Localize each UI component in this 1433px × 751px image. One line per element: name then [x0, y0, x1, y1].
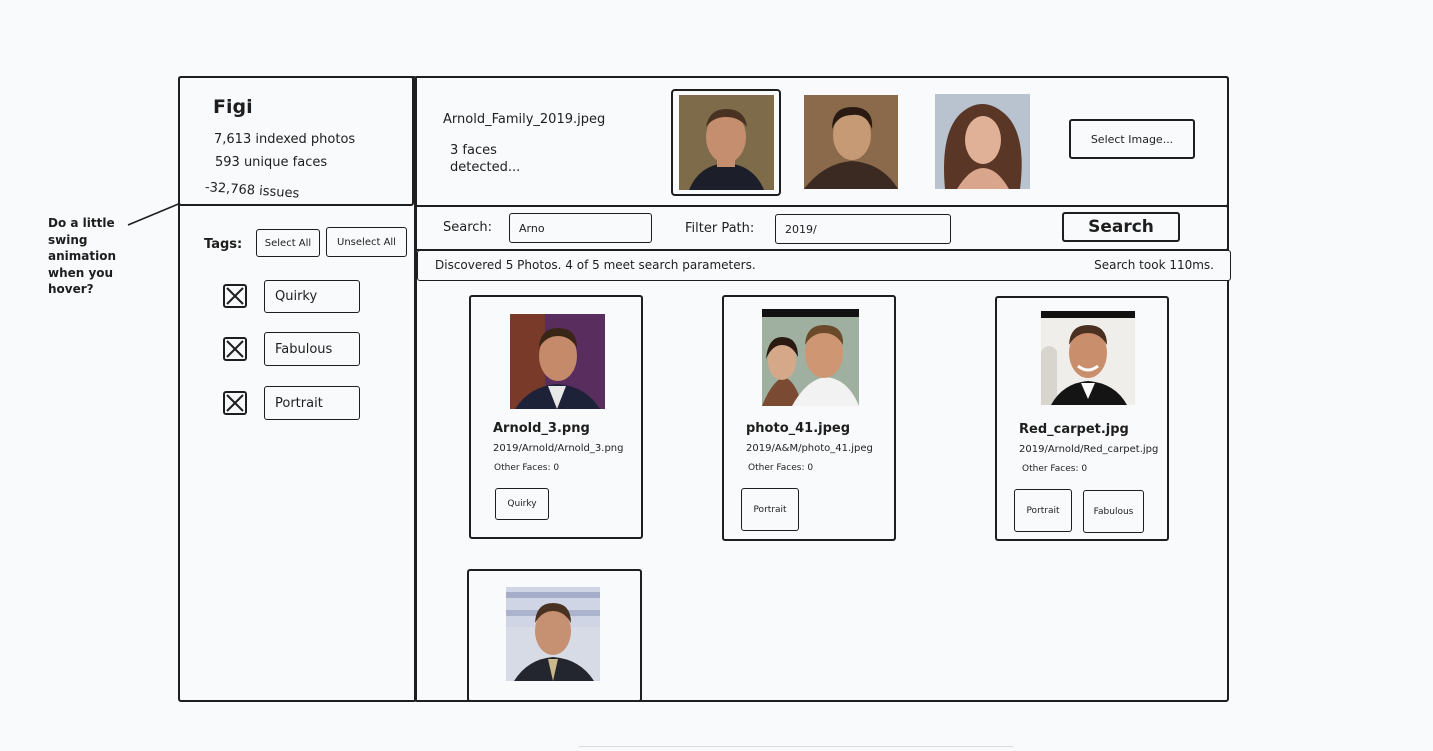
search-summary: Discovered 5 Photos. 4 of 5 meet search … — [435, 258, 756, 272]
face-woman-icon[interactable] — [935, 94, 1030, 189]
tag-checkbox-portrait[interactable] — [223, 391, 247, 415]
filter-path-input[interactable]: 2019/ — [775, 214, 951, 244]
scroll-hint — [578, 746, 1014, 751]
result-thumbnail — [1041, 311, 1135, 405]
result-path: 2019/Arnold/Red_carpet.jpg — [1019, 444, 1159, 455]
stats-panel: Figi 7,613 indexed photos 593 unique fac… — [178, 76, 414, 206]
issues-stat: -32,768 issues — [204, 180, 300, 202]
result-filename: Red_carpet.jpg — [1019, 422, 1129, 437]
app-title: Figi — [213, 96, 253, 118]
indexed-photos-stat: 7,613 indexed photos — [214, 132, 356, 147]
filter-path-label: Filter Path: — [685, 221, 755, 236]
tag-checkbox-quirky[interactable] — [223, 284, 247, 308]
search-label: Search: — [443, 220, 493, 235]
unique-faces-stat: 593 unique faces — [215, 155, 328, 170]
annotation-line: hover? — [48, 282, 94, 296]
result-thumbnail — [762, 309, 859, 406]
annotation-line: animation — [48, 249, 116, 263]
face-man-icon[interactable] — [804, 95, 898, 189]
annotation-note: Do a little swing animation when you hov… — [48, 215, 128, 298]
result-tag-chip[interactable]: Portrait — [1014, 489, 1072, 532]
result-tag-chip[interactable]: Portrait — [741, 488, 799, 531]
search-time: Search took 110ms. — [1094, 258, 1214, 272]
face-arnold-icon[interactable] — [679, 95, 774, 190]
result-filename: photo_41.jpeg — [746, 421, 851, 436]
annotation-line: Do a little — [48, 216, 115, 230]
result-other-faces: Other Faces: 0 — [748, 463, 814, 473]
tag-checkbox-fabulous[interactable] — [223, 337, 247, 361]
tag-chip-quirky[interactable]: Quirky — [264, 280, 360, 313]
unselect-all-button[interactable]: Unselect All — [326, 227, 407, 257]
select-all-button[interactable]: Select All — [256, 229, 320, 257]
annotation-line: when you — [48, 265, 114, 280]
result-thumbnail — [506, 587, 600, 681]
annotation-line: swing — [48, 232, 88, 247]
result-path: 2019/Arnold/Arnold_3.png — [493, 443, 624, 454]
result-tag-chip[interactable]: Quirky — [495, 488, 549, 520]
result-other-faces: Other Faces: 0 — [494, 463, 560, 473]
tags-label: Tags: — [204, 237, 243, 252]
tag-chip-fabulous[interactable]: Fabulous — [264, 332, 360, 366]
select-image-button[interactable]: Select Image... — [1069, 119, 1195, 159]
faces-detected-line1: 3 faces — [450, 143, 497, 158]
result-other-faces: Other Faces: 0 — [1022, 464, 1088, 474]
tag-chip-portrait[interactable]: Portrait — [264, 386, 360, 420]
status-bar: Discovered 5 Photos. 4 of 5 meet search … — [417, 250, 1231, 281]
faces-detected-line2: detected... — [450, 160, 521, 175]
search-input[interactable]: Arno — [509, 213, 652, 243]
result-tag-chip[interactable]: Fabulous — [1083, 490, 1144, 533]
query-filename: Arnold_Family_2019.jpeg — [443, 112, 606, 127]
result-thumbnail — [510, 314, 605, 409]
result-filename: Arnold_3.png — [493, 421, 590, 436]
result-path: 2019/A&M/photo_41.jpeg — [746, 443, 873, 454]
search-button[interactable]: Search — [1062, 212, 1180, 242]
